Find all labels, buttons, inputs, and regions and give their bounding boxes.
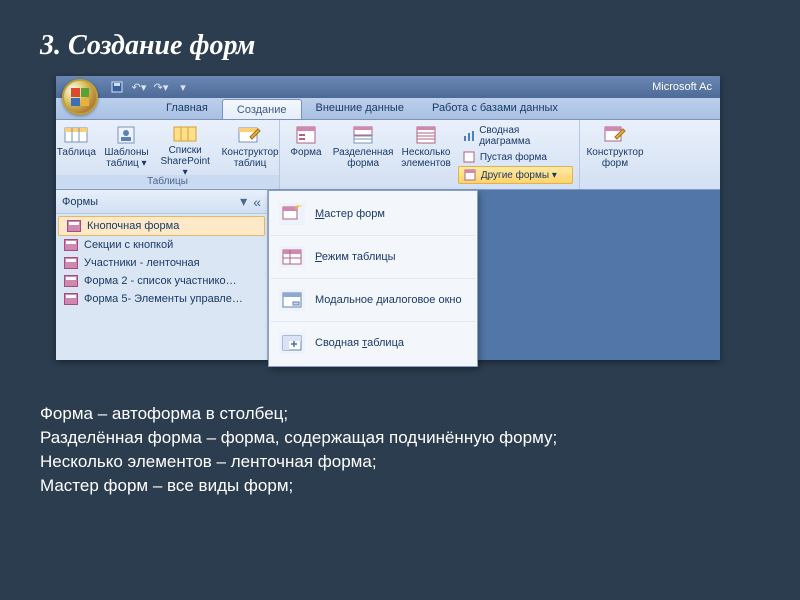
access-window: ↶▾ ↷▾ ▾ Microsoft Ac Главная Создание Вн… — [56, 76, 720, 360]
tab-database-tools[interactable]: Работа с базами данных — [418, 98, 572, 119]
table-templates-button[interactable]: Шаблоны таблиц ▾ — [101, 122, 151, 176]
form-object-icon — [64, 293, 78, 305]
tab-create[interactable]: Создание — [222, 99, 302, 119]
form-wizard-item[interactable]: Мастер форм — [271, 193, 475, 235]
pivot-table-item[interactable]: Сводная таблица — [271, 321, 475, 364]
table-templates-icon — [113, 124, 139, 146]
navpane-filter-icon[interactable]: ▾ — [240, 193, 247, 210]
form-icon — [293, 124, 319, 146]
nav-item-2[interactable]: Участники - ленточная — [56, 254, 267, 272]
split-form-icon — [350, 124, 376, 146]
table-icon — [63, 124, 89, 146]
table-button[interactable]: Таблица — [54, 122, 100, 176]
nav-item-1[interactable]: Секции с кнопкой — [56, 236, 267, 254]
document-area: Мастер форм Режим таблицы Модальное диал… — [268, 190, 720, 360]
modal-dialog-item[interactable]: Модальное диалоговое окно — [271, 278, 475, 321]
modal-dialog-icon — [279, 289, 305, 311]
redo-icon[interactable]: ↷▾ — [154, 80, 168, 94]
nav-item-3[interactable]: Форма 2 - список участнико… — [56, 272, 267, 290]
form-object-icon — [64, 239, 78, 251]
form-button[interactable]: Форма — [284, 122, 328, 176]
sharepoint-lists-button[interactable]: Списки SharePoint ▾ — [154, 122, 217, 176]
table-designer-button[interactable]: Конструктор таблиц — [219, 122, 282, 176]
dropdown-label: Модальное диалоговое окно — [315, 294, 462, 306]
workspace: Формы ▾ « Кнопочная форма Секции с кнопк… — [56, 190, 720, 360]
dropdown-label: Сводная таблица — [315, 337, 404, 349]
quick-access-toolbar: ↶▾ ↷▾ ▾ — [110, 80, 190, 94]
slide-title: 3. Создание форм — [0, 0, 800, 76]
navpane-header[interactable]: Формы ▾ « — [56, 190, 267, 214]
pivot-chart-button[interactable]: Сводная диаграмма — [458, 124, 573, 148]
navigation-pane: Формы ▾ « Кнопочная форма Секции с кнопк… — [56, 190, 268, 360]
form-object-icon — [64, 257, 78, 269]
office-button[interactable] — [62, 79, 98, 115]
form-designer-button[interactable]: Конструктор форм — [582, 122, 647, 176]
nav-item-0[interactable]: Кнопочная форма — [58, 216, 265, 236]
more-forms-icon — [463, 168, 477, 182]
form-designer-icon — [602, 124, 628, 146]
navpane-collapse-icon[interactable]: « — [253, 194, 261, 210]
save-icon[interactable] — [110, 80, 124, 94]
pivot-chart-icon — [462, 129, 475, 143]
dropdown-label: Мастер форм — [315, 208, 385, 220]
tab-external-data[interactable]: Внешние данные — [302, 98, 418, 119]
qat-customize-icon[interactable]: ▾ — [176, 80, 190, 94]
blank-form-button[interactable]: Пустая форма — [458, 149, 573, 165]
multiple-items-button[interactable]: Несколько элементов — [398, 122, 454, 176]
table-designer-icon — [237, 124, 263, 146]
datasheet-item[interactable]: Режим таблицы — [271, 235, 475, 278]
ribbon: Таблица Шаблоны таблиц ▾ Списки SharePoi… — [56, 120, 720, 190]
form-wizard-icon — [279, 203, 305, 225]
ribbon-tabs: Главная Создание Внешние данные Работа с… — [56, 98, 720, 120]
app-title: Microsoft Ac — [652, 81, 712, 93]
tab-home[interactable]: Главная — [152, 98, 222, 119]
blank-form-icon — [462, 150, 476, 164]
group-label-tables: Таблицы — [56, 175, 279, 188]
dropdown-label: Режим таблицы — [315, 251, 396, 263]
nav-item-4[interactable]: Форма 5- Элементы управле… — [56, 290, 267, 308]
sharepoint-icon — [172, 124, 198, 144]
split-form-button[interactable]: Разделенная форма — [330, 122, 396, 176]
form-object-icon — [67, 220, 81, 232]
more-forms-button[interactable]: Другие формы ▾ — [458, 166, 573, 184]
undo-icon[interactable]: ↶▾ — [132, 80, 146, 94]
pivot-table-icon — [279, 332, 305, 354]
form-object-icon — [64, 275, 78, 287]
multiple-items-icon — [413, 124, 439, 146]
more-forms-dropdown: Мастер форм Режим таблицы Модальное диал… — [268, 190, 478, 367]
datasheet-icon — [279, 246, 305, 268]
titlebar: ↶▾ ↷▾ ▾ Microsoft Ac — [56, 76, 720, 98]
slide-notes: Форма – автоформа в столбец; Разделённая… — [0, 360, 800, 498]
